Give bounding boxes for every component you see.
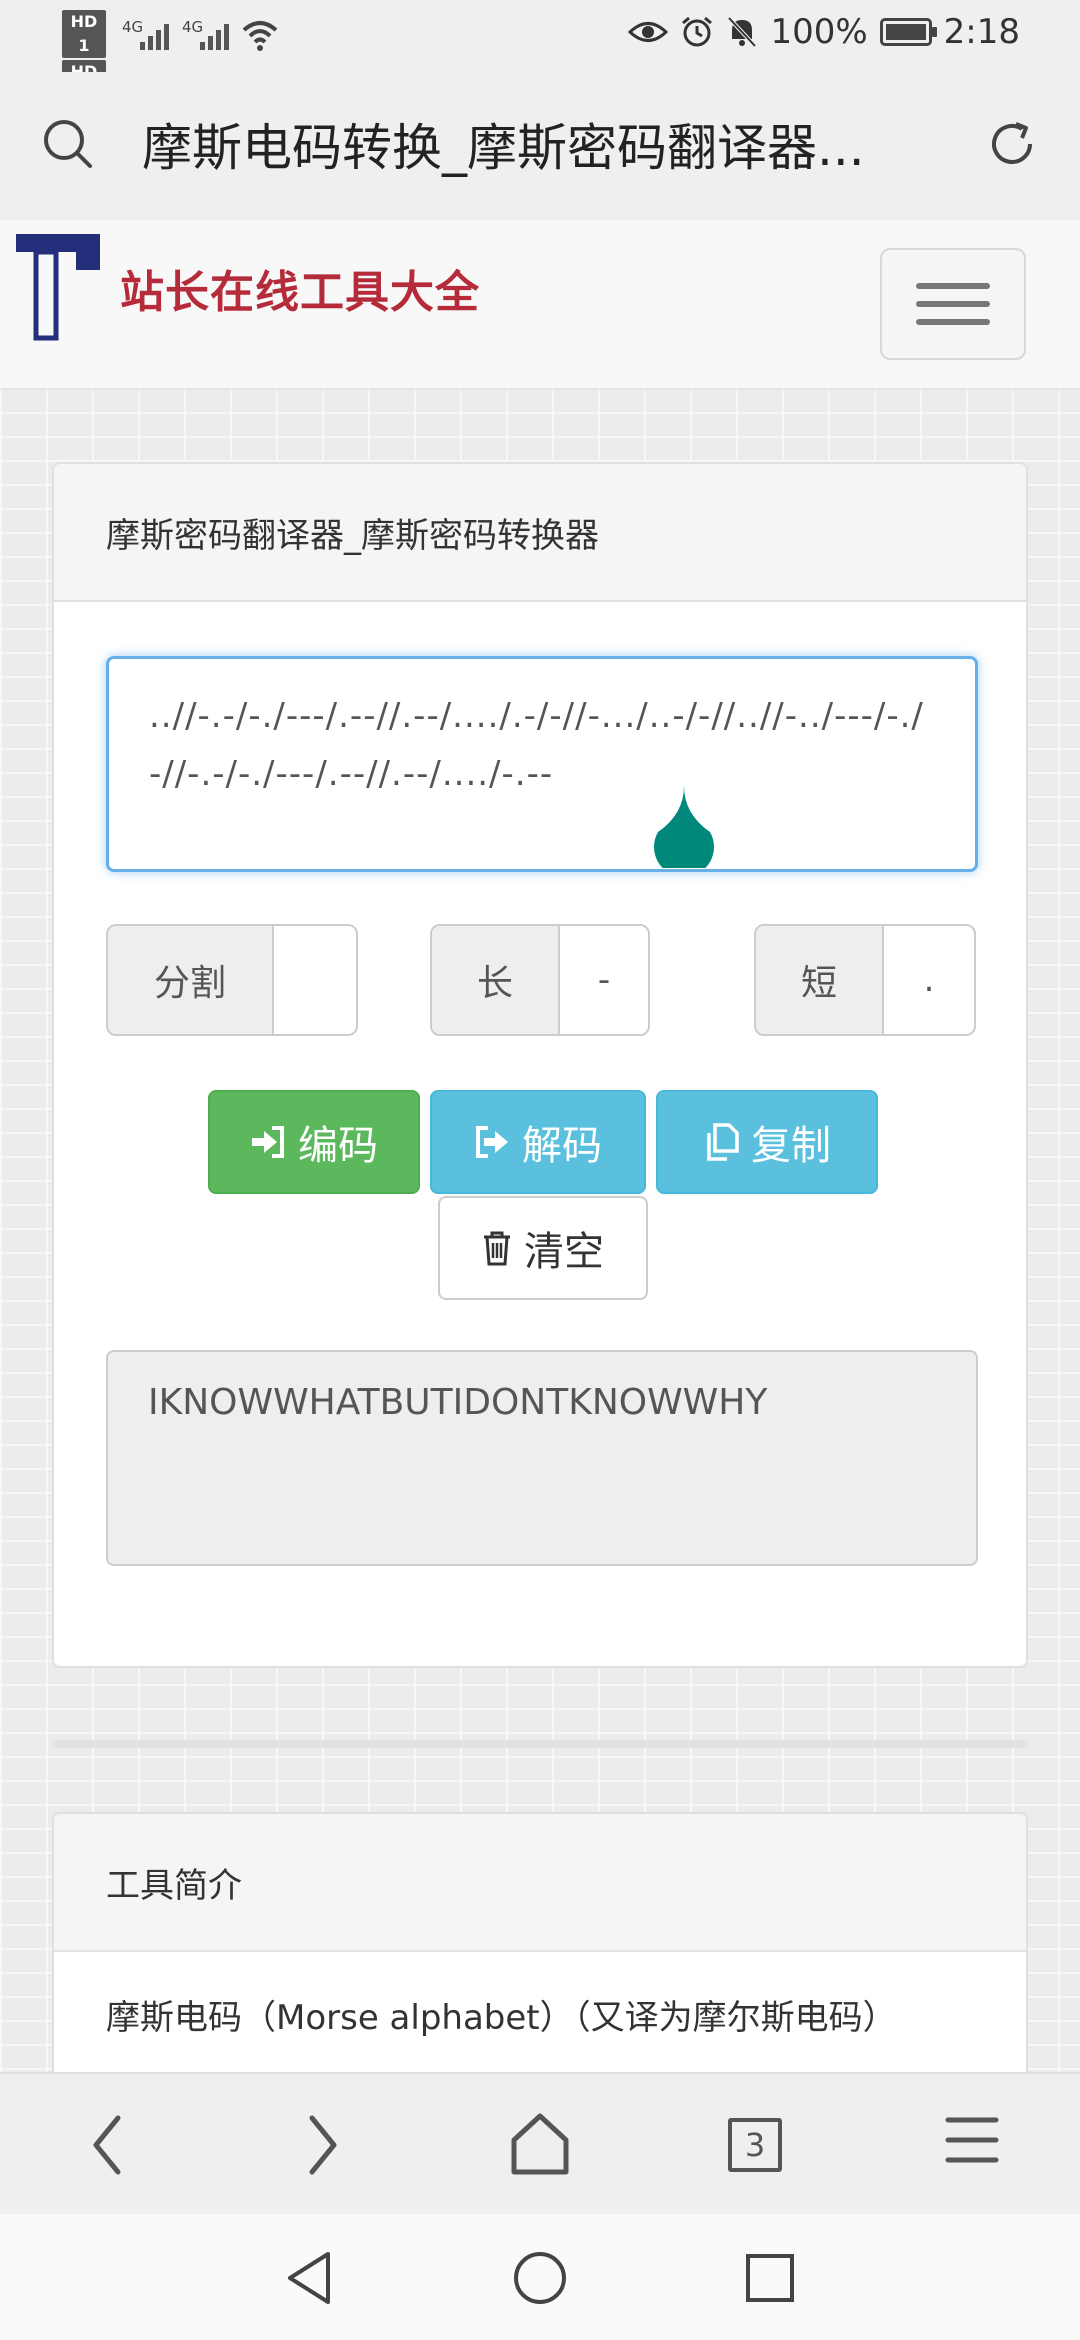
split-label: 分割 (108, 926, 274, 1034)
intro-text: 摩斯电码（Morse alphabet）（又译为摩尔斯电码） (106, 1998, 897, 2038)
copy-label: 复制 (751, 1123, 831, 1169)
browser-menu-icon[interactable] (944, 2110, 1000, 2170)
text-cursor-handle-icon[interactable] (648, 784, 720, 868)
tabs-button[interactable]: 3 (728, 2118, 782, 2172)
short-input-group: 短 . (754, 924, 976, 1036)
intro-heading: 工具简介 (54, 1814, 1026, 1952)
home-icon[interactable] (510, 2110, 570, 2176)
sign-in-icon (252, 1126, 284, 1158)
menu-icon-bar (916, 319, 990, 325)
section-divider (52, 1740, 1028, 1748)
battery-icon (879, 18, 937, 46)
status-bar: HD 1 HD 2 4G 4G (0, 0, 1080, 108)
search-icon[interactable] (40, 116, 96, 172)
eye-icon (628, 22, 669, 42)
menu-icon-bar (916, 301, 990, 307)
long-field[interactable]: - (560, 926, 648, 1034)
menu-icon-bar (916, 283, 990, 289)
long-input-group: 长 - (430, 924, 650, 1036)
site-header: 站长在线工具大全 (0, 220, 1080, 390)
copy-icon (707, 1123, 739, 1161)
short-field[interactable]: . (884, 926, 974, 1034)
site-logo-text[interactable]: 站长在线工具大全 (120, 256, 480, 320)
menu-button[interactable] (880, 248, 1026, 360)
converter-heading: 摩斯密码翻译器_摩斯密码转换器 (54, 464, 1026, 602)
clear-button[interactable]: 清空 (438, 1196, 648, 1300)
status-right: 100% 2:18 (628, 12, 1020, 52)
encode-button[interactable]: 编码 (208, 1090, 420, 1194)
split-input-group: 分割 (106, 924, 358, 1036)
converter-panel: 摩斯密码翻译器_摩斯密码转换器 ..//-.-/-./---/.--//.--/… (52, 462, 1028, 1668)
reload-icon[interactable] (984, 116, 1040, 172)
copy-button[interactable]: 复制 (656, 1090, 878, 1194)
signal-icon-2 (200, 16, 229, 50)
decode-label: 解码 (522, 1123, 602, 1169)
system-nav-bar (0, 2214, 1080, 2340)
mute-bell-icon (727, 16, 757, 48)
battery-percent: 100% (770, 12, 868, 52)
short-label: 短 (756, 926, 884, 1034)
intro-panel: 工具简介 摩斯电码（Morse alphabet）（又译为摩尔斯电码） (52, 1812, 1028, 2072)
browser-toolbar: 3 (0, 2072, 1080, 2214)
trash-icon (484, 1231, 510, 1266)
web-page: 站长在线工具大全 摩斯密码翻译器_摩斯密码转换器 ..//-.-/-./---/… (0, 220, 1080, 2072)
phone-screen: HD 1 HD 2 4G 4G (0, 0, 1080, 2340)
decoded-output[interactable]: IKNOWWHATBUTIDONTKNOWWHY (106, 1350, 978, 1566)
signal-icon-1 (140, 16, 169, 50)
morse-input[interactable]: ..//-.-/-./---/.--//.--/..../.-/-//-.../… (106, 656, 978, 872)
browser-address-bar: 摩斯电码转换_摩斯密码翻译器... (0, 72, 1080, 220)
split-field[interactable] (274, 926, 356, 1034)
nav-home-icon[interactable] (510, 2248, 570, 2308)
encode-label: 编码 (298, 1123, 378, 1169)
sign-out-icon (476, 1126, 508, 1158)
hd1-badge: HD 1 (62, 10, 106, 58)
long-label: 长 (432, 926, 560, 1034)
wifi-icon (242, 21, 278, 51)
page-title[interactable]: 摩斯电码转换_摩斯密码翻译器... (142, 116, 932, 180)
clock: 2:18 (943, 12, 1020, 52)
forward-icon[interactable] (300, 2110, 344, 2180)
alarm-icon (682, 16, 713, 47)
back-icon[interactable] (86, 2110, 130, 2180)
site-logo-icon[interactable] (14, 232, 104, 342)
nav-recents-icon[interactable] (742, 2248, 798, 2308)
clear-label: 清空 (524, 1229, 604, 1275)
decode-button[interactable]: 解码 (430, 1090, 646, 1194)
nav-back-icon[interactable] (282, 2248, 338, 2308)
